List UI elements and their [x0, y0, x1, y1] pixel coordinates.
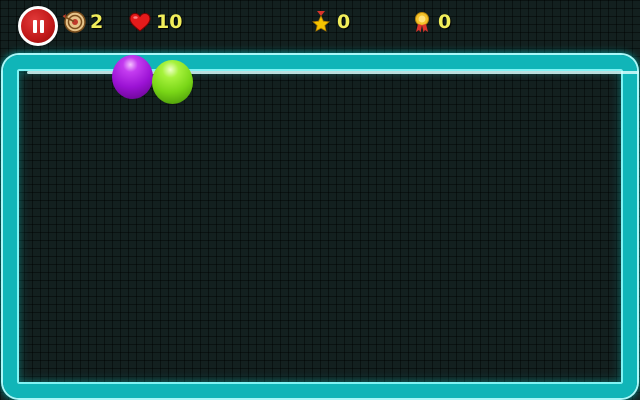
pause-icon-bar — [40, 20, 44, 33]
gold-medal-icon — [410, 10, 434, 34]
pause-button[interactable] — [18, 6, 58, 46]
stars-counter: 0 — [309, 10, 350, 34]
medals-counter: 0 — [410, 10, 451, 34]
lives-value: 10 — [156, 11, 183, 33]
target-icon — [62, 10, 86, 34]
hud-bar: 2 10 0 0 — [0, 0, 640, 52]
star-medal-icon — [309, 10, 333, 34]
balloon-green[interactable] — [152, 60, 193, 104]
targets-value: 2 — [90, 11, 104, 33]
medals-value: 0 — [438, 11, 452, 33]
stars-value: 0 — [337, 11, 351, 33]
playfield — [3, 55, 639, 398]
balloon-purple[interactable] — [112, 55, 153, 99]
heart-icon — [128, 10, 152, 34]
pause-icon — [33, 20, 37, 33]
targets-counter: 2 — [62, 10, 103, 34]
lives-counter: 10 — [128, 10, 182, 34]
